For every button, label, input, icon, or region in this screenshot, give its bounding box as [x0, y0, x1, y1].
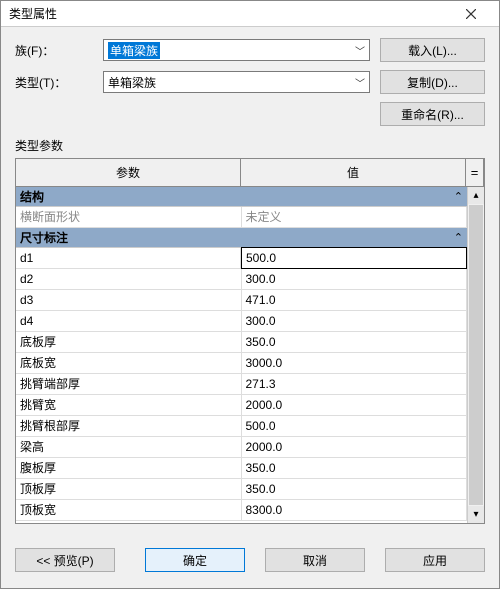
table-row[interactable]: 挑臂端部厚271.3 [16, 374, 467, 395]
table-row[interactable]: 梁高2000.0 [16, 437, 467, 458]
family-label: 族(F)： [15, 42, 93, 59]
value-cell[interactable]: 500.0 [241, 247, 467, 269]
param-cell[interactable]: d1 [16, 248, 241, 268]
collapse-icon[interactable]: ⌃ [454, 231, 463, 244]
preview-button[interactable]: << 预览(P) [15, 548, 115, 572]
value-cell[interactable]: 300.0 [242, 311, 468, 331]
table-row[interactable]: 底板厚350.0 [16, 332, 467, 353]
value-cell[interactable]: 未定义 [242, 207, 468, 227]
value-cell[interactable]: 350.0 [242, 458, 468, 478]
table-row[interactable]: 挑臂宽2000.0 [16, 395, 467, 416]
col-equals[interactable]: = [466, 159, 484, 186]
table-body-wrap: 结构⌃横断面形状未定义尺寸标注⌃d1500.0d2300.0d3471.0d43… [16, 187, 484, 523]
params-table: 参数 值 = 结构⌃横断面形状未定义尺寸标注⌃d1500.0d2300.0d34… [15, 158, 485, 524]
collapse-icon[interactable]: ⌃ [454, 190, 463, 203]
value-cell[interactable]: 471.0 [242, 290, 468, 310]
table-row[interactable]: 顶板宽8300.0 [16, 500, 467, 521]
load-button[interactable]: 载入(L)... [380, 38, 485, 62]
table-row[interactable]: d1500.0 [16, 248, 467, 269]
value-cell[interactable]: 500.0 [242, 416, 468, 436]
col-param[interactable]: 参数 [16, 159, 241, 186]
ok-button[interactable]: 确定 [145, 548, 245, 572]
value-cell[interactable]: 2000.0 [242, 395, 468, 415]
value-cell[interactable]: 8300.0 [242, 500, 468, 520]
param-cell[interactable]: 顶板宽 [16, 500, 242, 520]
group-name: 结构 [20, 188, 44, 205]
close-icon [466, 9, 476, 19]
type-params-label: 类型参数 [15, 137, 485, 154]
param-cell[interactable]: 挑臂根部厚 [16, 416, 242, 436]
dialog-footer: << 预览(P) 确定 取消 应用 [1, 534, 499, 588]
family-value: 单箱梁族 [108, 42, 160, 59]
param-cell[interactable]: 横断面形状 [16, 207, 242, 227]
window-title: 类型属性 [9, 5, 451, 22]
table-row[interactable]: d3471.0 [16, 290, 467, 311]
value-cell[interactable]: 2000.0 [242, 437, 468, 457]
param-cell[interactable]: 挑臂宽 [16, 395, 242, 415]
param-cell[interactable]: 腹板厚 [16, 458, 242, 478]
value-cell[interactable]: 271.3 [242, 374, 468, 394]
value-cell[interactable]: 300.0 [242, 269, 468, 289]
apply-button[interactable]: 应用 [385, 548, 485, 572]
param-cell[interactable]: d3 [16, 290, 242, 310]
duplicate-button[interactable]: 复制(D)... [380, 70, 485, 94]
family-combo[interactable]: 单箱梁族 ﹀ [103, 39, 370, 61]
param-cell[interactable]: 挑臂端部厚 [16, 374, 242, 394]
param-cell[interactable]: d4 [16, 311, 242, 331]
param-cell[interactable]: d2 [16, 269, 242, 289]
vertical-scrollbar[interactable]: ▴ ▾ [467, 187, 484, 523]
value-cell[interactable]: 350.0 [242, 479, 468, 499]
table-row[interactable]: d4300.0 [16, 311, 467, 332]
scroll-down-icon[interactable]: ▾ [468, 506, 484, 523]
table-row[interactable]: 底板宽3000.0 [16, 353, 467, 374]
chevron-down-icon: ﹀ [355, 75, 365, 90]
value-cell[interactable]: 350.0 [242, 332, 468, 352]
type-value: 单箱梁族 [108, 74, 156, 91]
title-bar: 类型属性 [1, 1, 499, 27]
top-grid: 族(F)： 单箱梁族 ﹀ 载入(L)... 类型(T)： 单箱梁族 ﹀ 复制(D… [15, 37, 485, 127]
value-cell[interactable]: 3000.0 [242, 353, 468, 373]
cancel-button[interactable]: 取消 [265, 548, 365, 572]
param-cell[interactable]: 底板宽 [16, 353, 242, 373]
dialog-window: 类型属性 族(F)： 单箱梁族 ﹀ 载入(L)... 类型(T)： 单箱梁族 ﹀ [0, 0, 500, 589]
param-cell[interactable]: 顶板厚 [16, 479, 242, 499]
type-label: 类型(T)： [15, 74, 93, 91]
table-header: 参数 值 = [16, 159, 484, 187]
type-combo[interactable]: 单箱梁族 ﹀ [103, 71, 370, 93]
table-row[interactable]: d2300.0 [16, 269, 467, 290]
table-row[interactable]: 腹板厚350.0 [16, 458, 467, 479]
table-row[interactable]: 顶板厚350.0 [16, 479, 467, 500]
table-rows: 结构⌃横断面形状未定义尺寸标注⌃d1500.0d2300.0d3471.0d43… [16, 187, 467, 523]
scroll-thumb[interactable] [469, 205, 483, 505]
group-name: 尺寸标注 [20, 229, 68, 246]
group-header[interactable]: 尺寸标注 ⌃ [16, 228, 467, 248]
table-row[interactable]: 挑臂根部厚500.0 [16, 416, 467, 437]
chevron-down-icon: ﹀ [355, 43, 365, 58]
scroll-up-icon[interactable]: ▴ [468, 187, 484, 204]
group-header[interactable]: 结构 ⌃ [16, 187, 467, 207]
close-button[interactable] [451, 1, 491, 26]
col-value[interactable]: 值 [241, 159, 466, 186]
rename-button[interactable]: 重命名(R)... [380, 102, 485, 126]
param-cell[interactable]: 底板厚 [16, 332, 242, 352]
table-row[interactable]: 横断面形状未定义 [16, 207, 467, 228]
dialog-body: 族(F)： 单箱梁族 ﹀ 载入(L)... 类型(T)： 单箱梁族 ﹀ 复制(D… [1, 27, 499, 534]
param-cell[interactable]: 梁高 [16, 437, 242, 457]
